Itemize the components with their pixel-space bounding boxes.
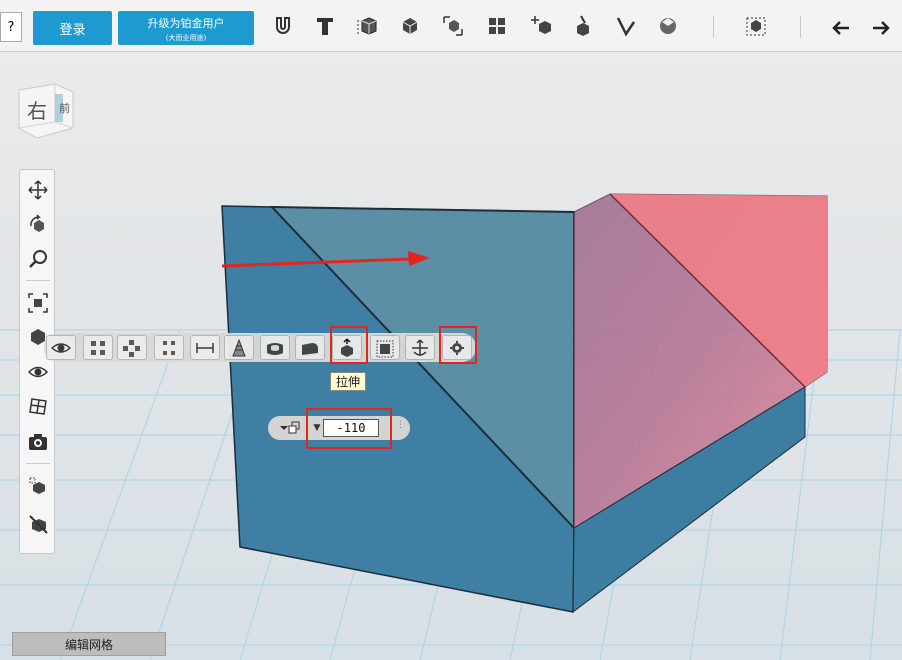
view-cube-front-label: 前 [59,101,70,115]
extrude-mode-dropdown[interactable] [272,418,308,438]
view-icon[interactable] [46,335,76,360]
view-cube-right-label: 右 [27,99,47,123]
extrude-highlight [330,326,368,364]
face-mode-icon[interactable] [154,335,184,360]
screenshot-icon[interactable] [26,430,50,454]
primitive-icon[interactable] [353,10,383,42]
help-button[interactable]: ? [0,12,22,42]
toolbar-divider [26,463,50,464]
pan-icon[interactable] [26,178,50,202]
transform-icon[interactable] [526,10,556,42]
upgrade-sublabel: (大而业用途) [165,34,207,42]
upgrade-label: 升级为铂金用户 [147,17,225,30]
pattern-icon[interactable] [482,10,512,42]
shell-icon[interactable] [260,335,290,360]
top-toolbar: ? 登录 升级为铂金用户 (大而业用途) [0,0,902,52]
undo-icon[interactable] [826,10,856,42]
grid-snap-icon[interactable] [26,394,50,418]
offset-icon[interactable] [370,335,400,360]
hide-icon[interactable] [26,512,50,536]
magnet-icon[interactable] [268,10,298,42]
measure-icon[interactable] [611,10,641,42]
upgrade-button[interactable]: 升级为铂金用户 (大而业用途) [118,11,254,45]
modify-icon[interactable] [568,10,598,42]
move-icon[interactable] [405,335,435,360]
drag-handle[interactable]: ⋮ [396,420,406,436]
construct-icon[interactable] [438,10,468,42]
edge-mode-icon[interactable] [117,335,147,360]
redo-icon[interactable] [866,10,896,42]
text-icon[interactable] [310,10,340,42]
face-tools-toolbar [44,333,476,362]
extrude-input-highlight [306,408,392,449]
edit-mesh-status: 编辑网格 [12,632,166,656]
vertex-mode-icon[interactable] [83,335,113,360]
toolbar-divider [800,16,801,38]
view-cube[interactable]: 右 前 [15,82,75,140]
eye-icon[interactable] [26,360,50,384]
combine-icon[interactable] [395,10,425,42]
navigation-toolbar [19,169,55,554]
material-icon[interactable] [26,474,50,498]
distance-icon[interactable] [190,335,220,360]
fit-icon[interactable] [26,291,50,315]
group-icon[interactable] [740,10,770,42]
material-icon[interactable] [653,10,683,42]
fillet-icon[interactable] [295,335,325,360]
toolbar-divider [26,280,50,281]
toolbar-divider [713,16,714,38]
extrude-tooltip: 拉伸 [330,372,366,391]
zoom-icon[interactable] [26,247,50,271]
taper-icon[interactable] [224,335,254,360]
orbit-icon[interactable] [26,213,50,237]
login-button[interactable]: 登录 [33,11,112,45]
settings-highlight [439,326,477,364]
